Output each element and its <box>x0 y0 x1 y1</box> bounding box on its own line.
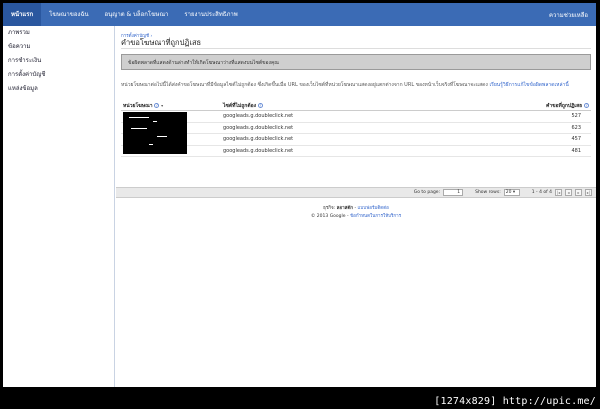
help-icon[interactable]: ? <box>257 102 263 108</box>
count-cell: 623 <box>571 124 581 131</box>
show-rows-label: Show rows: <box>475 190 501 195</box>
redaction-mark <box>129 117 149 118</box>
main-content: การตั้งค่าบัญชี › คำขอโฆษณาที่ถูกปฏิเสธ … <box>116 26 596 387</box>
column-header-count: คำขอที่ถูกปฏิเสธ ? <box>545 102 589 109</box>
table-body: googleads.g.doubleclick.net 527 googlead… <box>121 111 591 157</box>
sidebar-item-overview[interactable]: ภาพรวม <box>3 26 114 40</box>
site-cell: googleads.g.doubleclick.net <box>223 136 294 143</box>
rejected-requests-table: หน่วยโฆษณา ? ▾ ไซต์ที่ไม่ถูกต้อง ? คำขอท… <box>121 101 591 157</box>
last-page-icon[interactable]: ▸| <box>585 189 592 196</box>
redaction-mark <box>149 144 153 145</box>
sidebar-item-messages[interactable]: ข้อความ <box>3 40 114 54</box>
sidebar-item-account-settings[interactable]: การตั้งค่าบัญชี <box>3 68 114 82</box>
help-icon[interactable]: ? <box>584 102 589 108</box>
table-row: googleads.g.doubleclick.net 623 <box>121 123 591 134</box>
sort-down-icon[interactable]: ▾ <box>161 103 163 108</box>
redaction-mark <box>157 136 167 137</box>
image-host-watermark: [1274x829] http://upic.me/ <box>434 396 596 407</box>
contact-form-link[interactable]: แบบฟอร์มติดต่อ <box>358 206 389 211</box>
site-cell: googleads.g.doubleclick.net <box>223 124 294 131</box>
help-article-link[interactable]: เรียนรู้วิธีการแก้ไขข้อผิดพลาดเหล่านี้ <box>489 82 568 88</box>
prev-page-icon[interactable]: ◂ <box>565 189 572 196</box>
first-page-icon[interactable]: |◂ <box>555 189 562 196</box>
tab-home[interactable]: หน้าแรก <box>3 3 42 26</box>
ad-unit-preview-redacted <box>123 112 187 154</box>
column-header-site: ไซต์ที่ไม่ถูกต้อง ? <box>223 102 263 109</box>
count-cell: 527 <box>571 113 581 120</box>
adsense-page: หน้าแรก โฆษณาของฉัน อนุญาต & บล็อกโฆษณา … <box>3 3 596 387</box>
table-row: googleads.g.doubleclick.net 527 <box>121 111 591 123</box>
sidebar-item-payments[interactable]: การชำระเงิน <box>3 54 114 68</box>
title-divider <box>121 48 591 49</box>
count-cell: 481 <box>571 147 581 154</box>
goto-page-input[interactable]: 1 <box>443 189 464 196</box>
column-header-ad-unit[interactable]: หน่วยโฆษณา ? ▾ <box>121 102 223 110</box>
tab-my-ads[interactable]: โฆษณาของฉัน <box>41 3 96 26</box>
top-navigation: หน้าแรก โฆษณาของฉัน อนุญาต & บล็อกโฆษณา … <box>3 3 596 26</box>
page-range: 1 - 4 of 4 <box>531 190 552 195</box>
sidebar-item-resources[interactable]: แหล่งข้อมูล <box>3 82 114 96</box>
error-notice: ข้อผิดพลาดที่แสดงด้านล่างทำให้เกิดโฆษณาว… <box>121 54 591 70</box>
table-header: หน่วยโฆษณา ? ▾ ไซต์ที่ไม่ถูกต้อง ? คำขอท… <box>121 101 591 111</box>
next-page-icon[interactable]: ▸ <box>575 189 582 196</box>
footer-business: ธุรกิจ: ลอาสตัก - แบบฟอร์มติดต่อ <box>323 206 389 211</box>
screenshot-frame: หน้าแรก โฆษณาของฉัน อนุญาต & บล็อกโฆษณา … <box>0 0 600 409</box>
tab-performance-reports[interactable]: รายงานประสิทธิภาพ <box>176 3 245 26</box>
help-link[interactable]: ความช่วยเหลือ <box>549 10 596 20</box>
footer-copyright: © 2013 Google - ข้อกำหนดในการให้บริการ <box>310 214 402 219</box>
tab-allow-block-ads[interactable]: อนุญาต & บล็อกโฆษณา <box>97 3 177 26</box>
goto-page-label: Go to page: <box>413 190 441 195</box>
redaction-mark <box>131 128 147 129</box>
show-rows-select[interactable]: 20 ▾ <box>503 189 520 196</box>
pagination-bar: Go to page: 1 Show rows: 20 ▾ 1 - 4 of 4… <box>116 187 596 198</box>
description: หน่วยโฆษณาต่อไปนี้ได้ส่งคำขอโฆษณาที่มีข้… <box>121 82 593 89</box>
terms-link[interactable]: ข้อกำหนดในการให้บริการ <box>350 214 401 219</box>
table-row: googleads.g.doubleclick.net 457 <box>121 134 591 146</box>
error-notice-text: ข้อผิดพลาดที่แสดงด้านล่างทำให้เกิดโฆษณาว… <box>128 60 279 66</box>
site-cell: googleads.g.doubleclick.net <box>223 113 294 120</box>
help-icon[interactable]: ? <box>154 102 160 108</box>
site-cell: googleads.g.doubleclick.net <box>223 147 294 154</box>
redaction-mark <box>153 121 157 122</box>
description-text: หน่วยโฆษณาต่อไปนี้ได้ส่งคำขอโฆษณาที่มีข้… <box>121 82 488 88</box>
count-cell: 457 <box>571 136 581 143</box>
table-row: googleads.g.doubleclick.net 481 <box>121 146 591 157</box>
sidebar: ภาพรวม ข้อความ การชำระเงิน การตั้งค่าบัญ… <box>3 26 115 387</box>
